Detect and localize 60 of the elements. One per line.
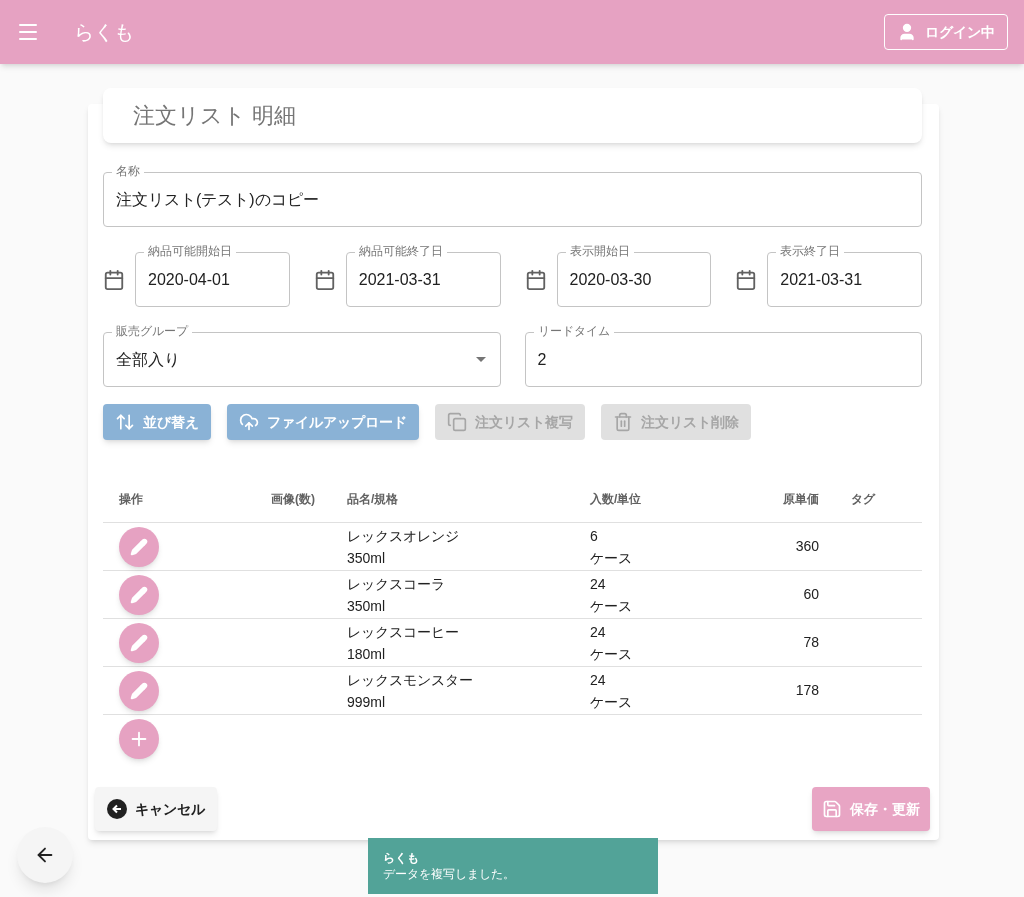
field-label: 名称 [112, 164, 144, 179]
calendar-icon[interactable] [313, 268, 336, 291]
table-cell-text: ケース [590, 596, 633, 616]
field-label: 納品可能終了日 [354, 244, 447, 259]
save-icon [822, 799, 842, 819]
table-cell-text: レックスオレンジ [347, 526, 460, 546]
field-label: 販売グループ [112, 324, 192, 339]
calendar-icon[interactable] [524, 268, 547, 291]
field-value: 全部入り [116, 349, 180, 370]
table-cell-text: ケース [590, 548, 633, 568]
user-icon [897, 22, 917, 42]
field-label: 表示開始日 [565, 244, 634, 259]
copy-icon [447, 412, 467, 432]
field-label: 納品可能開始日 [144, 244, 236, 259]
page-title: 注文リスト 明細 [133, 102, 297, 130]
column-header: 入数/単位 [589, 490, 643, 508]
field-value: 注文リスト(テスト)のコピー [116, 189, 319, 210]
table-cell-text: 6 [590, 526, 599, 546]
table-cell-text: 999ml [347, 692, 387, 712]
table-cell-text: 350ml [347, 548, 387, 568]
dropdown-caret-icon [475, 357, 486, 362]
column-header: 画像(数) [270, 490, 316, 508]
snackbar-message: データを複写しました。 [383, 866, 516, 882]
field-value: 2021-03-31 [780, 269, 863, 290]
field-label: 表示終了日 [776, 244, 845, 259]
table-cell-text: 350ml [347, 596, 387, 616]
table-cell: 360 [795, 538, 819, 554]
app-title: らくも [74, 20, 134, 45]
table-cell: 60 [803, 586, 819, 602]
field-value: 2021-03-31 [358, 269, 441, 290]
cancel-button[interactable]: キャンセル [95, 787, 217, 831]
field-value: 2020-03-30 [569, 269, 652, 290]
pencil-icon [130, 681, 148, 700]
table-cell-text: ケース [590, 644, 633, 664]
table-cell-text: レックスコーラ [347, 574, 446, 594]
upload-icon [239, 412, 259, 432]
field-value: 2 [537, 349, 547, 370]
pencil-icon [130, 537, 148, 556]
table-cell-text: レックスコーヒー [347, 622, 460, 642]
sort-icon [115, 412, 135, 432]
table-cell-text: 24 [590, 622, 607, 642]
delete-icon [613, 412, 633, 432]
table-cell-text: 180ml [347, 644, 387, 664]
pencil-icon [130, 633, 148, 652]
pencil-icon [130, 585, 148, 604]
table-cell: 78 [803, 634, 819, 650]
column-header: 原単価 [782, 490, 820, 508]
table-cell-text: ケース [590, 692, 633, 712]
field-label: リードタイム [533, 324, 614, 339]
calendar-icon[interactable] [103, 268, 125, 291]
snackbar-title: らくも [383, 850, 420, 866]
table-cell-text: 24 [590, 574, 607, 594]
calendar-icon[interactable] [735, 268, 758, 291]
column-header: 品名/規格 [346, 490, 400, 508]
field-value: 2020-04-01 [148, 269, 230, 290]
column-header: 操作 [118, 490, 144, 508]
column-header: タグ [850, 490, 877, 508]
table-cell-text: レックスモンスター [347, 670, 474, 690]
table-cell: 178 [795, 682, 819, 698]
table-cell-text: 24 [590, 670, 607, 690]
